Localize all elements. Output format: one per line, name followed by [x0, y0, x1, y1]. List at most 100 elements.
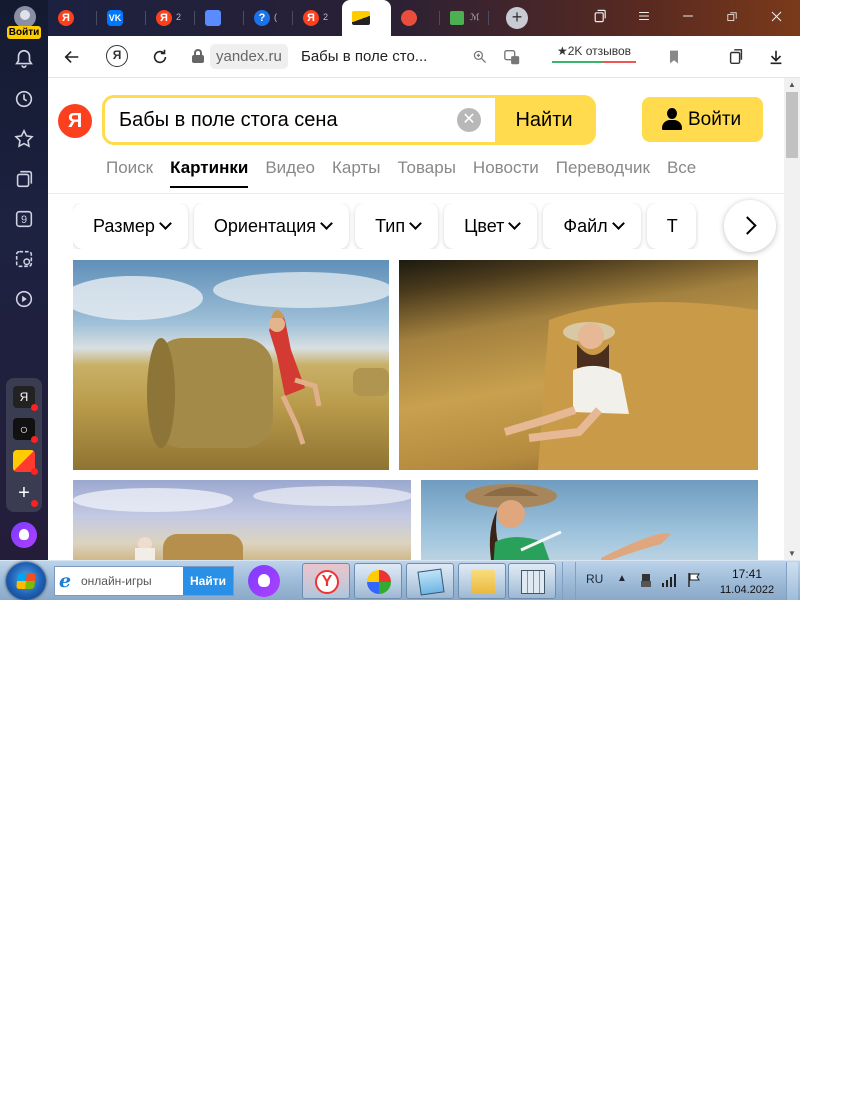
filter-file[interactable]: Файл	[543, 203, 641, 249]
profile-login-button[interactable]: Войти	[4, 4, 44, 40]
show-desktop-button[interactable]	[786, 562, 798, 600]
image-result-3[interactable]	[73, 480, 411, 560]
clock-date[interactable]: 11.04.2022	[714, 584, 780, 596]
usb-device-icon[interactable]	[638, 572, 654, 588]
close-icon[interactable]	[766, 8, 786, 28]
counter-icon[interactable]: 9	[12, 208, 36, 232]
star-icon[interactable]	[12, 128, 36, 152]
video-play-icon[interactable]	[12, 288, 36, 312]
bookmark-icon[interactable]	[662, 45, 686, 69]
find-button[interactable]: Найти	[495, 98, 593, 142]
taskbar-scroll-icon[interactable]	[562, 562, 576, 600]
sidebar-apps-panel: Я ○ +	[6, 378, 42, 512]
collections-icon[interactable]	[12, 168, 36, 192]
yandex-browser-taskbar-button[interactable]: Y	[302, 563, 350, 599]
bell-icon[interactable]	[12, 48, 36, 72]
history-icon[interactable]	[12, 88, 36, 112]
yandex-home-button[interactable]: Я	[106, 45, 128, 67]
url-page-title: Бабы в поле сто...	[301, 48, 428, 65]
page-content: Я Бабы в поле стога сена ✕ Найти Войти П…	[48, 78, 784, 560]
calculator-icon	[521, 570, 545, 594]
tab-6[interactable]: Я 2	[293, 0, 342, 36]
tab-list-icon[interactable]	[590, 8, 610, 28]
tab-title-fragment: ℳ	[470, 12, 480, 22]
filter-more[interactable]: Т	[646, 203, 696, 249]
action-center-flag-icon[interactable]	[686, 572, 702, 588]
zoom-icon[interactable]	[468, 45, 492, 69]
reload-icon[interactable]	[148, 45, 172, 69]
address-bar: Я yandex.ru Бабы в поле сто... ★2K отзыв…	[48, 36, 800, 78]
taskbar-search-input[interactable]: онлайн-игры	[81, 574, 152, 588]
paint-taskbar-button[interactable]	[354, 563, 402, 599]
tab-3[interactable]: Я 2	[146, 0, 195, 36]
explorer-taskbar-button[interactable]	[458, 563, 506, 599]
tab-news[interactable]: Новости	[473, 158, 539, 188]
clock-time[interactable]: 17:41	[718, 567, 776, 581]
filter-color[interactable]: Цвет	[444, 203, 538, 249]
alice-taskbar-icon[interactable]	[248, 565, 280, 597]
collections-add-icon[interactable]	[724, 45, 748, 69]
paint-palette-icon	[367, 570, 391, 594]
add-app-icon[interactable]: +	[13, 482, 38, 507]
search-input[interactable]: Бабы в поле стога сена	[105, 98, 495, 142]
scroll-thumb[interactable]	[786, 92, 798, 158]
calculator-taskbar-button[interactable]	[508, 563, 556, 599]
tab-active-images[interactable]	[342, 0, 391, 36]
signin-button[interactable]: Войти	[642, 97, 763, 142]
messenger-app-glyph: ○	[19, 421, 29, 437]
chevron-down-icon	[409, 217, 422, 230]
taskbar-search-button[interactable]: Найти	[183, 567, 233, 595]
tab-search[interactable]: Поиск	[106, 158, 153, 188]
yandex-logo[interactable]: Я	[58, 104, 92, 138]
screen: Войти 9 Я ○ + Я VK Я 2 ? (Я 2 ℳ + Я yan…	[0, 0, 800, 600]
tab-9[interactable]: ℳ	[440, 0, 489, 36]
network-signal-icon[interactable]	[661, 572, 677, 588]
filter-type[interactable]: Тип	[355, 203, 439, 249]
menu-icon[interactable]	[634, 8, 654, 28]
tab-all[interactable]: Все	[667, 158, 696, 188]
download-icon[interactable]	[764, 45, 788, 69]
page-scrollbar[interactable]: ▲ ▼	[784, 78, 800, 560]
filters-next-arrow-icon[interactable]	[724, 200, 776, 252]
tab-5[interactable]: ? (	[244, 0, 293, 36]
tab-translator[interactable]: Переводчик	[556, 158, 650, 188]
yandex-browser-icon: Y	[315, 570, 339, 594]
new-tab-button[interactable]: +	[506, 7, 528, 29]
notepad-taskbar-button[interactable]	[406, 563, 454, 599]
tab-8[interactable]	[391, 0, 440, 36]
tab-title-fragment: 2	[323, 12, 329, 22]
start-button[interactable]	[6, 562, 46, 600]
notepad-icon	[417, 568, 445, 596]
filter-orientation[interactable]: Ориентация	[193, 203, 350, 249]
tab-video[interactable]: Видео	[265, 158, 315, 188]
tab-1[interactable]: Я	[48, 0, 97, 36]
show-hidden-icons-icon[interactable]: ▲	[617, 573, 627, 584]
signin-label: Войти	[688, 109, 742, 130]
tab-products[interactable]: Товары	[397, 158, 455, 188]
scroll-down-arrow-icon[interactable]: ▼	[788, 549, 796, 558]
browser-sidebar: Войти 9 Я ○ +	[0, 0, 48, 560]
image-result-2[interactable]	[399, 260, 758, 470]
alice-assistant-icon[interactable]	[11, 522, 37, 548]
translate-icon[interactable]	[500, 45, 524, 69]
tab-4[interactable]	[195, 0, 244, 36]
restore-icon[interactable]	[722, 8, 742, 28]
reviews-badge[interactable]: ★2K отзывов	[552, 42, 636, 64]
mail-app-icon[interactable]	[13, 450, 38, 475]
tab-maps[interactable]: Карты	[332, 158, 380, 188]
back-arrow-icon[interactable]	[60, 45, 84, 69]
filter-size[interactable]: Размер	[73, 203, 188, 249]
tab-images[interactable]: Картинки	[170, 158, 249, 188]
minimize-icon[interactable]	[678, 8, 698, 28]
yandex-app-icon[interactable]: Я	[13, 386, 38, 411]
lock-icon	[192, 49, 204, 63]
tab-2[interactable]: VK	[97, 0, 146, 36]
language-indicator[interactable]: RU	[586, 572, 603, 586]
messenger-app-icon[interactable]: ○	[13, 418, 38, 443]
image-result-4[interactable]	[421, 480, 758, 560]
image-result-1[interactable]	[73, 260, 389, 470]
clear-search-icon[interactable]: ✕	[457, 108, 481, 132]
screenshot-icon[interactable]	[12, 248, 36, 272]
scroll-up-arrow-icon[interactable]: ▲	[788, 80, 796, 89]
user-icon	[662, 108, 682, 130]
